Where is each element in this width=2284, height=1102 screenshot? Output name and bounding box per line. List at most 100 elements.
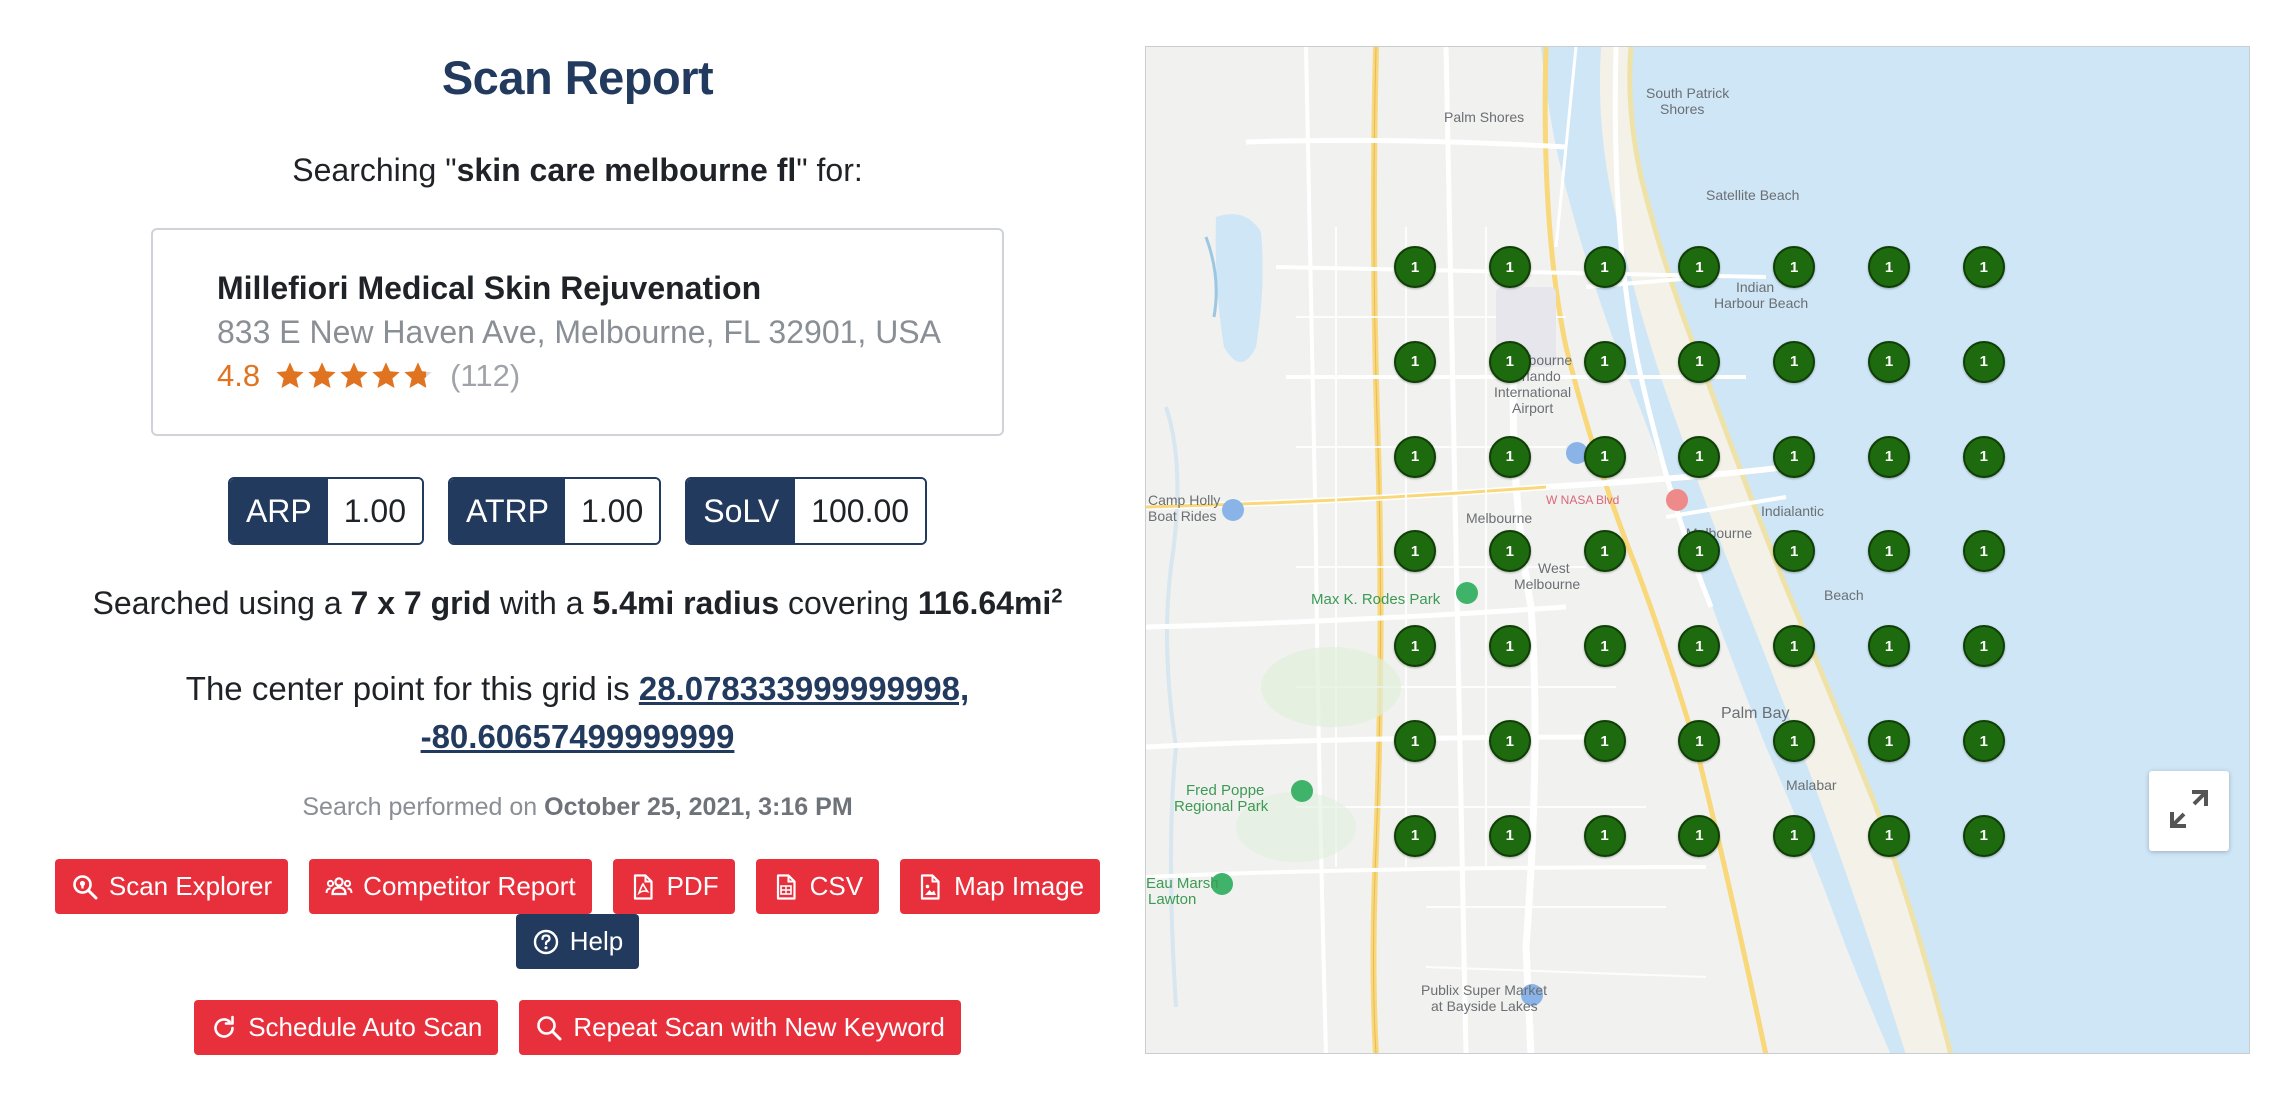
grid-rank-pin[interactable]: 1	[1583, 340, 1626, 383]
grid-rank-pin[interactable]: 1	[1678, 435, 1721, 478]
grid-info: Searched using a 7 x 7 grid with a 5.4mi…	[0, 585, 1155, 622]
map-label: Camp Holly	[1148, 492, 1221, 508]
grid-rank-pin[interactable]: 1	[1962, 340, 2005, 383]
map-label: Beach	[1824, 587, 1864, 603]
searching-prefix: Searching "	[292, 152, 457, 188]
grid-rank-pin[interactable]: 1	[1488, 435, 1531, 478]
park-poi-icon[interactable]	[1456, 582, 1478, 604]
button-label: Map Image	[954, 871, 1085, 901]
grid-rank-pin[interactable]: 1	[1583, 625, 1626, 668]
grid-rank-pin[interactable]: 1	[1488, 340, 1531, 383]
button-label: Competitor Report	[363, 871, 576, 901]
center-point-prefix: The center point for this grid is	[185, 670, 639, 707]
rating-stars	[274, 360, 434, 392]
grid-rank-pin[interactable]: 1	[1868, 720, 1910, 762]
grid-rank-pin[interactable]: 1	[1962, 625, 2005, 668]
grid-rank-pin[interactable]: 1	[1962, 530, 2005, 573]
metric-arp: ARP 1.00	[227, 477, 425, 545]
star-icon	[340, 362, 368, 388]
grid-rank-pin[interactable]: 1	[1394, 435, 1436, 478]
searching-suffix: " for:	[796, 152, 863, 188]
grid-rank-pin[interactable]: 1	[1962, 720, 2005, 762]
park-poi-icon[interactable]	[1291, 780, 1313, 802]
map-label: Eau Marsh	[1146, 875, 1219, 892]
grid-info-text: covering	[779, 585, 918, 621]
business-rating: 4.8 (112)	[217, 356, 1002, 396]
grid-rank-pin[interactable]: 1	[1583, 720, 1626, 762]
grid-size: 7 x 7 grid	[350, 585, 492, 621]
grid-rank-pin[interactable]: 1	[1868, 340, 1910, 383]
grid-rank-pin[interactable]: 1	[1583, 530, 1626, 573]
pdf-button[interactable]: PDF	[612, 859, 735, 914]
grid-rank-pin[interactable]: 1	[1773, 340, 1816, 383]
grid-rank-pin[interactable]: 1	[1868, 814, 1910, 857]
map-label: Palm Shores	[1444, 109, 1525, 125]
grid-rank-pin[interactable]: 1	[1868, 435, 1910, 478]
schedule-auto-scan-button[interactable]: Schedule Auto Scan	[194, 1000, 499, 1055]
map-label: Fred Poppe	[1186, 782, 1265, 799]
metric-label: SoLV	[687, 479, 796, 543]
search-performed-date: Search performed on October 25, 2021, 3:…	[0, 793, 1155, 822]
business-address: 833 E New Haven Ave, Melbourne, FL 32901…	[217, 314, 941, 350]
map-label: Regional Park	[1174, 798, 1269, 815]
map-label: Boat Rides	[1148, 508, 1217, 524]
grid-rank-pin[interactable]: 1	[1394, 625, 1436, 668]
metric-solv: SoLV 100.00	[685, 477, 928, 545]
grid-rank-pin[interactable]: 1	[1773, 246, 1816, 288]
grid-rank-pin[interactable]: 1	[1583, 246, 1626, 288]
scan-explorer-button[interactable]: Scan Explorer	[54, 859, 289, 914]
grid-rank-pin[interactable]: 1	[1678, 340, 1721, 383]
grid-rank-pin[interactable]: 1	[1488, 625, 1531, 668]
help-button[interactable]: Help	[515, 914, 640, 969]
grid-rank-pin[interactable]: 1	[1488, 814, 1531, 857]
map-label: Malabar	[1786, 777, 1837, 793]
center-coords-lng: -80.60657499999999	[420, 718, 735, 755]
users-icon	[325, 873, 353, 901]
performed-datetime: October 25, 2021, 3:16 PM	[544, 793, 853, 821]
grid-rank-pin[interactable]: 1	[1583, 814, 1626, 857]
map-label: Palm Bay	[1721, 705, 1790, 722]
star-icon	[308, 362, 336, 388]
grid-rank-pin[interactable]: 1	[1962, 246, 2005, 288]
metric-value: 100.00	[795, 479, 926, 543]
repeat-scan-button[interactable]: Repeat Scan with New Keyword	[519, 1000, 961, 1055]
map-label: South Patrick	[1646, 85, 1730, 101]
grid-rank-pin[interactable]: 1	[1962, 814, 2005, 857]
grid-rank-pin[interactable]: 1	[1868, 246, 1910, 288]
grid-info-text: Searched using a	[92, 585, 351, 621]
grid-info-text: with a	[491, 585, 593, 621]
grid-rank-pin[interactable]: 1	[1488, 530, 1531, 573]
competitor-report-button[interactable]: Competitor Report	[309, 859, 592, 914]
map-image-button[interactable]: Map Image	[900, 859, 1101, 914]
grid-rank-pin[interactable]: 1	[1394, 246, 1436, 288]
grid-rank-pin[interactable]: 1	[1488, 246, 1531, 288]
fullscreen-button[interactable]	[2149, 771, 2229, 851]
star-icon	[276, 362, 304, 388]
grid-rank-pin[interactable]: 1	[1868, 625, 1910, 668]
map-label: Shores	[1660, 101, 1705, 117]
grid-rank-pin[interactable]: 1	[1773, 720, 1816, 762]
grid-rank-pin[interactable]: 1	[1773, 814, 1816, 857]
file-image-icon	[916, 873, 944, 901]
grid-rank-pin[interactable]: 1	[1394, 814, 1436, 857]
hospital-poi-icon[interactable]	[1666, 489, 1688, 511]
grid-rank-pin[interactable]: 1	[1678, 814, 1721, 857]
map-label: Lawton	[1148, 891, 1197, 908]
map-label: Satellite Beach	[1706, 187, 1800, 203]
grid-rank-pin[interactable]: 1	[1962, 435, 2005, 478]
grid-rank-pin[interactable]: 1	[1773, 435, 1816, 478]
boat-tour-poi-icon[interactable]	[1222, 499, 1244, 521]
button-label: CSV	[809, 871, 864, 901]
button-label: PDF	[666, 871, 719, 901]
grid-rank-pin[interactable]: 1	[1394, 340, 1436, 383]
grid-rank-pin[interactable]: 1	[1488, 720, 1531, 762]
metric-label: ARP	[229, 479, 328, 543]
help-row: Help	[0, 914, 1155, 969]
scan-report-panel: Scan Report Searching "skin care melbour…	[0, 0, 1155, 1102]
button-label: Help	[569, 926, 624, 956]
scan-grid-map[interactable]: Palm Shores South Patrick Shores Satelli…	[1145, 46, 2250, 1054]
grid-rank-pin[interactable]: 1	[1394, 720, 1436, 762]
center-coords-lat: 28.078333999999998,	[638, 670, 970, 707]
csv-button[interactable]: CSV	[755, 859, 880, 914]
grid-rank-pin[interactable]: 1	[1583, 435, 1626, 478]
